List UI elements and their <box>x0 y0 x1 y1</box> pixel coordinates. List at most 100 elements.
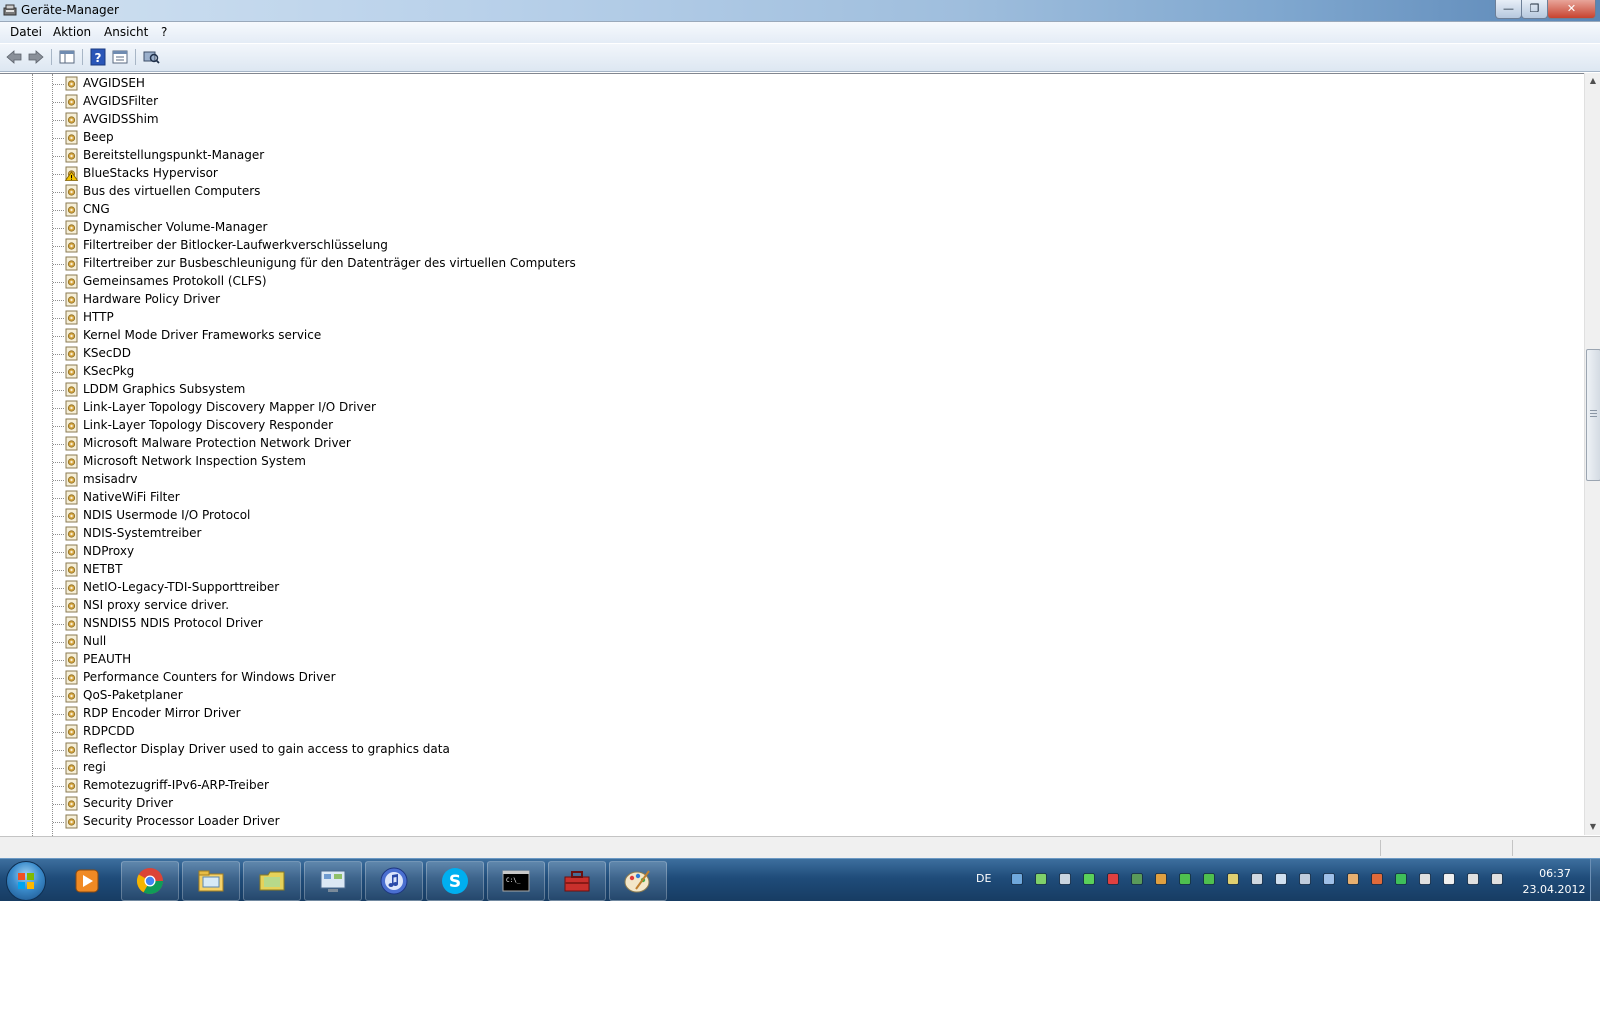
taskbar-control-panel[interactable] <box>304 861 362 901</box>
scroll-down-arrow-icon[interactable]: ▼ <box>1585 819 1600 835</box>
tree-item[interactable]: Filtertreiber der Bitlocker-Laufwerkvers… <box>0 237 1580 255</box>
taskbar-toolbox[interactable] <box>548 861 606 901</box>
tree-item[interactable]: Beep <box>0 129 1580 147</box>
tree-item[interactable]: NativeWiFi Filter <box>0 489 1580 507</box>
flag-icon[interactable] <box>1154 872 1168 886</box>
tree-item[interactable]: Bereitstellungspunkt-Manager <box>0 147 1580 165</box>
taskbar-chrome[interactable] <box>121 861 179 901</box>
tree-item[interactable]: Security Processor Loader Driver <box>0 813 1580 831</box>
driver-icon <box>65 202 78 217</box>
check-icon[interactable] <box>1394 872 1408 886</box>
forward-icon[interactable] <box>27 48 45 66</box>
back-icon[interactable] <box>5 48 23 66</box>
signal-icon[interactable] <box>1466 872 1480 886</box>
tree-item[interactable]: HTTP <box>0 309 1580 327</box>
tree-item[interactable]: BlueStacks Hypervisor <box>0 165 1580 183</box>
taskbar-explorer[interactable] <box>182 861 240 901</box>
menu-help[interactable]: ? <box>161 25 167 39</box>
properties-icon[interactable] <box>111 48 129 66</box>
action-center-icon[interactable] <box>1442 872 1456 886</box>
show-desktop-button[interactable] <box>1590 859 1600 901</box>
tree-item[interactable]: NDIS Usermode I/O Protocol <box>0 507 1580 525</box>
tree-item[interactable]: Reflector Display Driver used to gain ac… <box>0 741 1580 759</box>
show-hide-console-tree-icon[interactable] <box>58 48 76 66</box>
scan-hardware-icon[interactable] <box>142 48 160 66</box>
tree-item[interactable]: Performance Counters for Windows Driver <box>0 669 1580 687</box>
device-icon[interactable] <box>1298 872 1312 886</box>
tree-item[interactable]: RDPCDD <box>0 723 1580 741</box>
vertical-scrollbar[interactable]: ▲ ▼ <box>1584 73 1600 835</box>
refresh-icon[interactable] <box>1370 872 1384 886</box>
taskbar-cmd[interactable]: C:\_ <box>487 861 545 901</box>
tree-item[interactable]: NSI proxy service driver. <box>0 597 1580 615</box>
menu-aktion[interactable]: Aktion <box>53 25 91 39</box>
tree-item[interactable]: Dynamischer Volume-Manager <box>0 219 1580 237</box>
clock-time[interactable]: 06:37 <box>1525 867 1585 880</box>
tree-item[interactable]: AVGIDSEH <box>0 75 1580 93</box>
driver-icon <box>65 580 78 595</box>
minimize-button[interactable]: — <box>1495 0 1522 19</box>
tree-item[interactable]: LDDM Graphics Subsystem <box>0 381 1580 399</box>
tree-item[interactable]: KSecPkg <box>0 363 1580 381</box>
menu-datei[interactable]: Datei <box>10 25 42 39</box>
help-icon[interactable] <box>1010 872 1024 886</box>
power-icon[interactable] <box>1490 872 1504 886</box>
tree-item[interactable]: NDProxy <box>0 543 1580 561</box>
close-button[interactable]: ✕ <box>1547 0 1596 19</box>
shield-icon[interactable] <box>1130 872 1144 886</box>
chat-icon[interactable] <box>1082 872 1096 886</box>
maximize-button[interactable]: ❐ <box>1521 0 1548 19</box>
tree-item[interactable]: Remotezugriff-IPv6-ARP-Treiber <box>0 777 1580 795</box>
scrollbar-thumb[interactable] <box>1586 349 1600 481</box>
bluetooth-icon[interactable] <box>1274 872 1288 886</box>
sync-icon[interactable] <box>1226 872 1240 886</box>
tree-item[interactable]: Link-Layer Topology Discovery Mapper I/O… <box>0 399 1580 417</box>
tree-item[interactable]: Bus des virtuellen Computers <box>0 183 1580 201</box>
display-icon[interactable] <box>1250 872 1264 886</box>
help-icon[interactable]: ? <box>89 48 107 66</box>
tree-item[interactable]: NETBT <box>0 561 1580 579</box>
tree-connector <box>53 174 64 175</box>
device-tree[interactable]: AVGIDSEH AVGIDSFilter AVGIDSShim Beep Bereit… <box>0 73 1584 836</box>
network-icon[interactable] <box>1034 872 1048 886</box>
monitor-icon[interactable] <box>1058 872 1072 886</box>
tree-item[interactable]: Null <box>0 633 1580 651</box>
tree-item[interactable]: msisadrv <box>0 471 1580 489</box>
taskbar-media-player[interactable] <box>58 861 116 901</box>
taskbar-folder[interactable] <box>243 861 301 901</box>
clock-date[interactable]: 23.04.2012 <box>1515 883 1593 896</box>
tree-item[interactable]: Microsoft Malware Protection Network Dri… <box>0 435 1580 453</box>
volume-icon[interactable] <box>1418 872 1432 886</box>
tree-item[interactable]: AVGIDSFilter <box>0 93 1580 111</box>
tree-item[interactable]: Filtertreiber zur Busbeschleunigung für … <box>0 255 1580 273</box>
tree-item[interactable]: KSecDD <box>0 345 1580 363</box>
tree-item[interactable]: Link-Layer Topology Discovery Responder <box>0 417 1580 435</box>
arrow-up-icon[interactable] <box>1202 872 1216 886</box>
language-indicator[interactable]: DE <box>976 872 991 885</box>
taskbar-skype[interactable]: S <box>426 861 484 901</box>
pen-icon[interactable] <box>1346 872 1360 886</box>
transfer-icon[interactable] <box>1322 872 1336 886</box>
tree-item[interactable]: PEAUTH <box>0 651 1580 669</box>
tree-item[interactable]: Hardware Policy Driver <box>0 291 1580 309</box>
control-panel-icon <box>320 870 346 892</box>
taskbar-itunes[interactable] <box>365 861 423 901</box>
taskbar-paint[interactable] <box>609 861 667 901</box>
tree-item[interactable]: NSNDIS5 NDIS Protocol Driver <box>0 615 1580 633</box>
antivirus-icon[interactable] <box>1106 872 1120 886</box>
tree-item[interactable]: Gemeinsames Protokoll (CLFS) <box>0 273 1580 291</box>
scroll-up-arrow-icon[interactable]: ▲ <box>1585 73 1600 89</box>
menu-ansicht[interactable]: Ansicht <box>104 25 148 39</box>
tree-item[interactable]: CNG <box>0 201 1580 219</box>
tree-item[interactable]: QoS-Paketplaner <box>0 687 1580 705</box>
tree-item[interactable]: regi <box>0 759 1580 777</box>
tree-item[interactable]: Security Driver <box>0 795 1580 813</box>
tree-item[interactable]: Kernel Mode Driver Frameworks service <box>0 327 1580 345</box>
start-button[interactable] <box>6 861 46 901</box>
tree-item[interactable]: Microsoft Network Inspection System <box>0 453 1580 471</box>
arrow-up-icon[interactable] <box>1178 872 1192 886</box>
tree-item[interactable]: RDP Encoder Mirror Driver <box>0 705 1580 723</box>
tree-item[interactable]: NetIO-Legacy-TDI-Supporttreiber <box>0 579 1580 597</box>
tree-item[interactable]: AVGIDSShim <box>0 111 1580 129</box>
tree-item[interactable]: NDIS-Systemtreiber <box>0 525 1580 543</box>
